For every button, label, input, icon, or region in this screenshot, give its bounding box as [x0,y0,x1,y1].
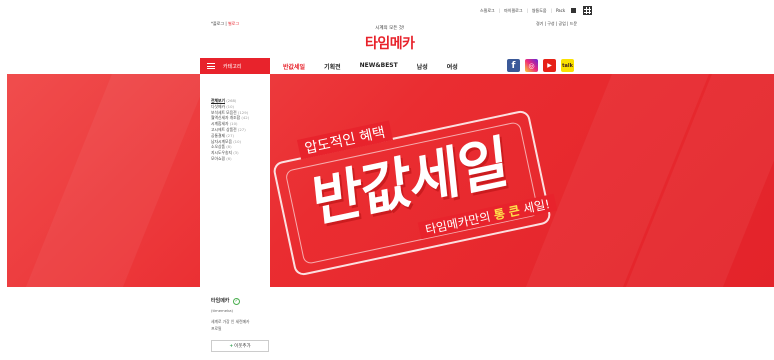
category-item-label: 월액신세자 개조합 [211,115,241,121]
category-item[interactable]: 모아쇼핑 (6) [211,156,270,162]
category-item-count: (10) [226,103,234,109]
banner-stripe [10,74,214,287]
profile-description: 세계로 가장 인 세련메카 프로필 [211,318,250,332]
category-item-label: 모아쇼핑 [211,155,225,161]
category-item-label: 남자시계모음 [211,138,232,144]
header-right-links[interactable]: 경기 | 구성 | 공업 | 드문 [536,21,577,27]
profile-handle: (timemeka) [211,308,234,313]
grid-menu-icon[interactable] [583,6,593,15]
separator: | [498,8,501,13]
profile-desc-line2[interactable]: 프로필 [211,325,250,332]
category-panel: 전체보기 (268) 다섯메카 (10) 보석세트 모음전 (129) 월액신세… [200,74,270,287]
category-item-count: (6) [226,155,232,161]
category-item-count: (129) [237,109,249,115]
main-nav: 카테고리 반값세일 기획전 NEW&BEST 남성 여성 f ◎ ▶ talk [0,58,774,74]
top-link-1[interactable]: 스필로그 [480,8,495,14]
logo-tagline: 시계의 모든 것! [375,26,405,31]
category-item-count: (10) [229,121,238,127]
category-item-label: 소오상품 [211,144,225,150]
profile-name[interactable]: 타임메카 ✓ [211,297,241,305]
category-item-label: 다섯메카 [211,103,225,109]
category-item-count: (10) [233,138,241,144]
join-link[interactable]: 별로그 [228,21,239,26]
category-item-count: (27) [237,126,246,132]
plus-icon: + [229,343,234,349]
category-item-label: 시계합세자 [211,121,229,127]
top-link-4[interactable]: Pack [556,8,565,13]
nav-menu: 반값세일 기획전 NEW&BEST 남성 여성 [283,62,477,71]
nav-item-women[interactable]: 여성 [447,62,458,71]
category-all-count: (268) [226,98,237,103]
social-links: f ◎ ▶ talk [507,59,574,72]
top-link-3[interactable]: 쌍둥도움 [532,8,547,14]
login-link[interactable]: *플로그 [211,21,224,26]
facebook-icon[interactable]: f [507,59,520,72]
verified-icon: ✓ [233,298,241,305]
hamburger-icon [207,63,215,69]
category-button-label: 카테고리 [223,63,242,70]
add-neighbor-button[interactable]: + 이웃추가 [211,340,269,352]
category-item-label: 고시에트 상품전 [211,126,237,132]
category-item-label: 보석세트 모음전 [211,109,237,115]
top-link-2[interactable]: 마이필로그 [504,8,522,14]
kakao-icon[interactable]: talk [561,59,574,72]
site-logo[interactable]: 타임메카 [365,33,415,53]
category-item-count: (27) [226,132,234,138]
profile-name-text: 타임메카 [211,298,230,304]
category-button[interactable]: 카테고리 [200,58,270,74]
nav-item-new-best[interactable]: NEW&BEST [360,62,398,71]
instagram-icon[interactable]: ◎ [525,59,538,72]
add-neighbor-label: 이웃추가 [234,344,251,349]
category-all-label: 전체보기 [211,98,225,103]
youtube-icon[interactable]: ▶ [543,59,556,72]
profile-desc-line1: 세계로 가장 인 세련메카 [211,319,250,324]
category-item-count: (42) [241,115,250,121]
cart-icon[interactable] [571,8,577,13]
separator: | [550,8,552,13]
nav-item-men[interactable]: 남성 [417,62,428,71]
top-utility-bar: 스필로그 | 마이필로그 | 쌍둥도움 | Pack [480,6,593,15]
category-item-label: 공통결제 [211,132,225,138]
login-links: *플로그 | 별로그 [211,21,239,27]
category-item-label: 지시도우송지 [211,150,232,156]
category-item-count: (8) [226,144,232,150]
separator: | [526,8,528,13]
nav-item-exhibition[interactable]: 기획전 [324,62,341,71]
nav-item-half-sale[interactable]: 반값세일 [283,62,305,71]
category-item-count: (3) [233,150,239,156]
